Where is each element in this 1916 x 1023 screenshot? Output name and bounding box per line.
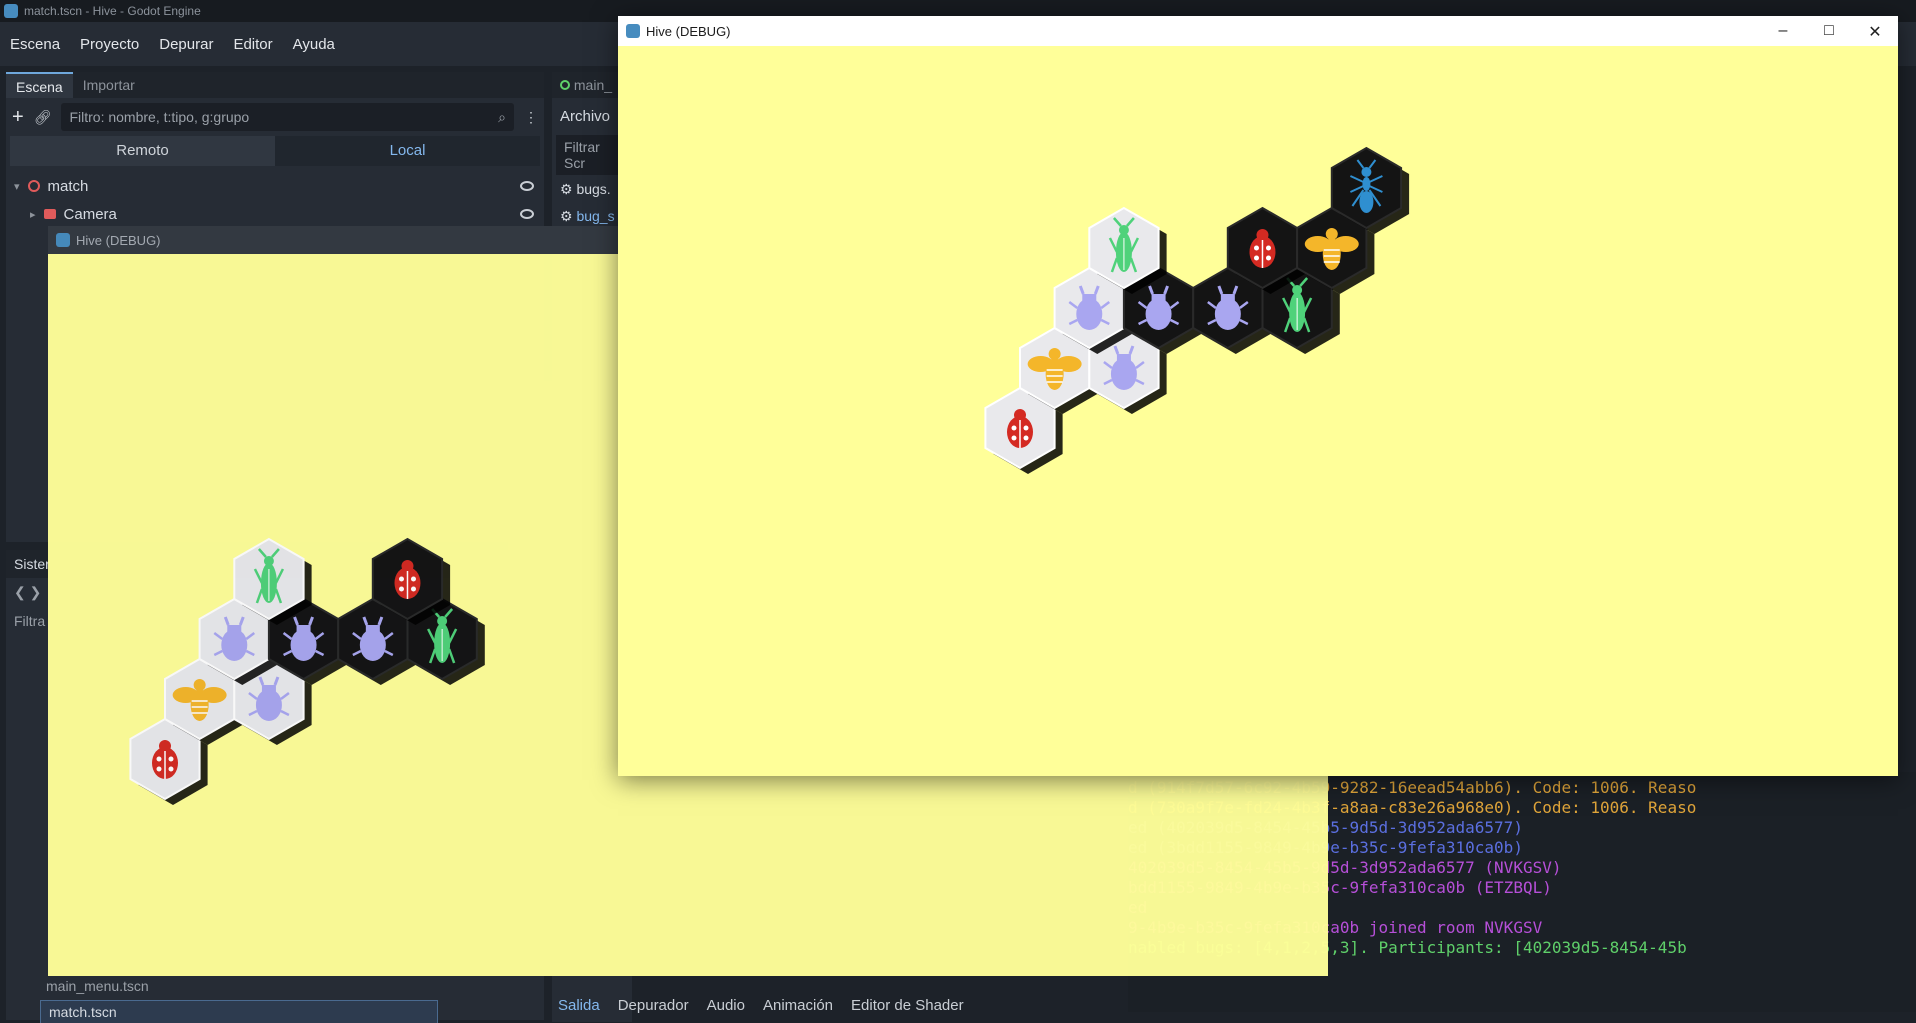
chevron-right-icon[interactable]: ▸ — [30, 208, 36, 221]
tree-label-match: match — [47, 177, 89, 195]
remote-local-switch: Remoto Local — [10, 136, 540, 166]
tab-animacion[interactable]: Animación — [763, 997, 833, 1014]
menu-proyecto[interactable]: Proyecto — [80, 36, 139, 53]
tab-audio[interactable]: Audio — [707, 997, 745, 1014]
hive-board[interactable] — [618, 46, 1898, 776]
add-node-icon[interactable]: + — [12, 106, 24, 129]
scene-dock-tabs: Escena Importar — [6, 72, 544, 98]
game-window-front[interactable]: Hive (DEBUG) – □ ✕ — [618, 16, 1898, 776]
scene-filter-input[interactable]: Filtro: nombre, t:tipo, g:grupo ⌕ — [61, 103, 514, 131]
node3d-icon — [27, 180, 40, 192]
scene-icon — [560, 80, 570, 90]
tab-escena[interactable]: Escena — [6, 72, 73, 98]
close-icon[interactable]: ✕ — [1852, 16, 1898, 42]
tree-label-camera: Camera — [63, 205, 117, 223]
scene-toolbar: + 🔗︎ Filtro: nombre, t:tipo, g:grupo ⌕ ⋮ — [6, 98, 544, 136]
menu-editor[interactable]: Editor — [233, 36, 272, 53]
menu-depurar[interactable]: Depurar — [159, 36, 213, 53]
menu-ayuda[interactable]: Ayuda — [293, 36, 335, 53]
menu-escena[interactable]: Escena — [10, 36, 60, 53]
game-window-titlebar[interactable]: Hive (DEBUG) — [618, 16, 1898, 46]
gear-icon: ⚙ — [560, 181, 573, 197]
window-controls: – □ ✕ — [1760, 16, 1898, 42]
game-window-title: Hive (DEBUG) — [76, 232, 161, 248]
gear-icon: ⚙ — [560, 208, 573, 224]
script-item-label: bugs. — [576, 181, 611, 197]
tab-salida[interactable]: Salida — [558, 997, 600, 1014]
godot-icon — [56, 233, 70, 247]
local-button[interactable]: Local — [275, 136, 540, 166]
scene-filter-placeholder: Filtro: nombre, t:tipo, g:grupo — [69, 109, 250, 125]
tab-editor-de-shader[interactable]: Editor de Shader — [851, 997, 964, 1014]
godot-icon — [4, 4, 18, 18]
more-options-icon[interactable]: ⋮ — [524, 109, 538, 126]
tree-row-match[interactable]: ▾ match — [6, 172, 544, 200]
file-item-label: match.tscn — [49, 1004, 117, 1020]
camera-icon — [43, 209, 56, 219]
visibility-icon[interactable] — [520, 209, 534, 219]
script-tab-label: main_ — [573, 77, 613, 93]
maximize-icon[interactable]: □ — [1806, 16, 1852, 42]
script-item-label: bug_s — [576, 208, 615, 224]
chevron-down-icon[interactable]: ▾ — [14, 180, 20, 193]
editor-title: match.tscn - Hive - Godot Engine — [24, 4, 201, 18]
search-icon: ⌕ — [498, 109, 506, 125]
godot-icon — [626, 24, 640, 38]
link-icon[interactable]: 🔗︎ — [34, 109, 52, 126]
bottom-panel-tabs: Salida Depurador Audio Animación Editor … — [552, 990, 964, 1020]
tree-row-camera[interactable]: ▸ Camera — [6, 200, 544, 228]
tab-depurador[interactable]: Depurador — [618, 997, 689, 1014]
remote-button[interactable]: Remoto — [10, 136, 275, 166]
file-item[interactable]: main_menu.tscn — [46, 978, 436, 1000]
game-window-title: Hive (DEBUG) — [646, 23, 731, 39]
tab-importar[interactable]: Importar — [73, 72, 145, 98]
visibility-icon[interactable] — [520, 181, 534, 191]
minimize-icon[interactable]: – — [1760, 16, 1806, 42]
game-board[interactable] — [618, 46, 1898, 776]
file-item-selected[interactable]: match.tscn — [40, 1000, 438, 1023]
